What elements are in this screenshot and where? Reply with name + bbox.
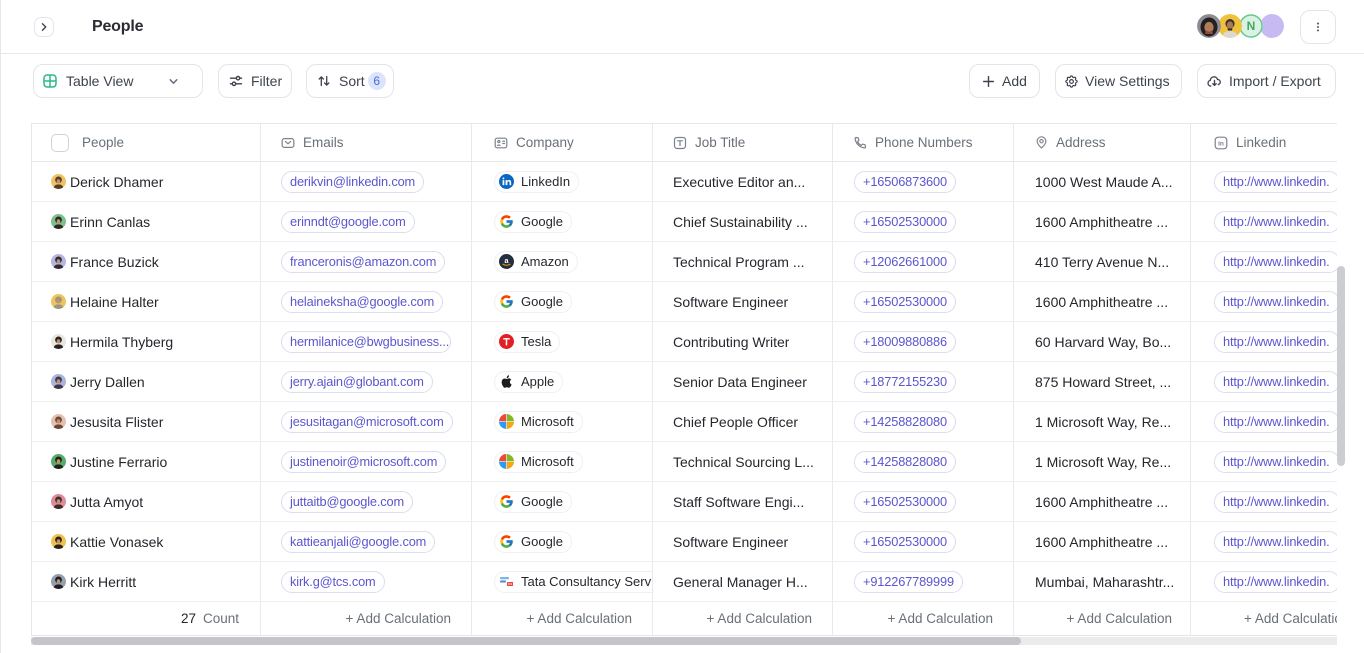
svg-text:tcs: tcs xyxy=(508,582,513,586)
svg-text:N: N xyxy=(1247,19,1256,33)
svg-text:in: in xyxy=(1218,140,1224,147)
